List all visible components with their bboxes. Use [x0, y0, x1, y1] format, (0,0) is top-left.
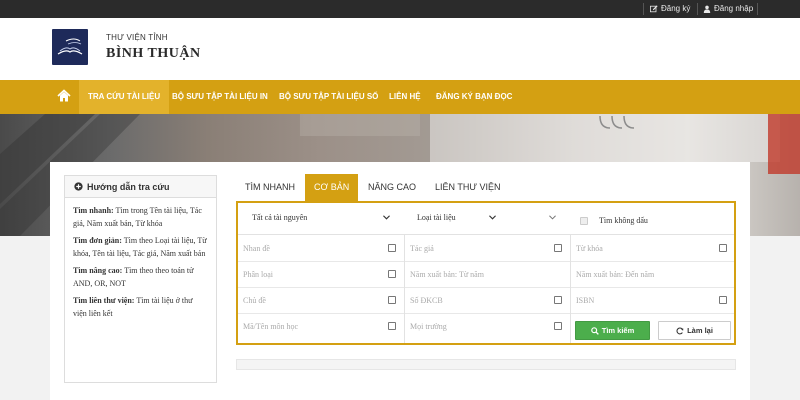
results-area [236, 359, 736, 370]
tu-khoa-field[interactable]: Từ khóa [571, 236, 734, 262]
guide-header: Hướng dẫn tra cứu [65, 176, 216, 198]
guide-term: Tìm liên thư viện: [73, 296, 135, 305]
guide-title: Hướng dẫn tra cứu [87, 181, 170, 192]
nav-item-dang-ky[interactable]: ĐĂNG KÝ BẠN ĐỌC [436, 80, 512, 114]
no-accent-checkbox[interactable] [580, 217, 588, 225]
moi-truong-placeholder: Mọi trường [410, 322, 447, 331]
guide-entry: Tìm đơn giản: Tìm theo Loại tài liệu, Từ… [73, 234, 208, 260]
nhan-de-checkbox[interactable] [388, 244, 396, 252]
tu-khoa-checkbox[interactable] [719, 244, 727, 252]
site-title[interactable]: BÌNH THUẬN [106, 46, 201, 62]
guide-entry: Tìm liên thư viện: Tìm tài liệu ở thư vi… [73, 294, 208, 320]
moi-truong-field[interactable]: Mọi trường [405, 314, 570, 340]
chevron-down-icon [383, 215, 390, 220]
chevron-down-icon [489, 215, 496, 220]
search-button[interactable]: Tìm kiếm [575, 321, 650, 340]
nhan-de-field[interactable]: Nhan đề [238, 236, 404, 262]
search-button-label: Tìm kiếm [601, 326, 635, 335]
so-dkcb-placeholder: Số ĐKCB [410, 296, 443, 305]
nav-item-tai-lieu-in[interactable]: BỘ SƯU TẬP TÀI LIỆU IN [172, 80, 268, 114]
home-icon[interactable] [57, 89, 71, 103]
chu-de-field[interactable]: Chủ đề [238, 288, 404, 314]
ma-mon-hoc-checkbox[interactable] [388, 322, 396, 330]
edit-icon [650, 5, 658, 13]
nam-den-placeholder: Năm xuất bản: Đến năm [576, 270, 655, 279]
type-select-value: Loại tài liệu [417, 213, 456, 222]
refresh-icon [676, 326, 684, 334]
guide-entry: Tìm nâng cao: Tìm theo theo toán tử AND,… [73, 264, 208, 290]
tab-tim-nhanh[interactable]: TÌM NHANH [245, 174, 295, 201]
isbn-field[interactable]: ISBN [571, 288, 734, 314]
no-accent-label: Tìm không dấu [599, 216, 648, 225]
site-header: THƯ VIỆN TỈNH BÌNH THUẬN [0, 18, 800, 80]
nam-tu-placeholder: Năm xuất bản: Từ năm [410, 270, 484, 279]
tab-nang-cao[interactable]: NÂNG CAO [368, 174, 416, 201]
guide-term: Tìm nhanh: [73, 206, 114, 215]
site-subtitle: THƯ VIỆN TỈNH [106, 33, 168, 42]
isbn-placeholder: ISBN [576, 296, 595, 305]
main-nav: TRA CỨU TÀI LIỆU BỘ SƯU TẬP TÀI LIỆU IN … [0, 80, 800, 114]
reset-button[interactable]: Làm lại [658, 321, 731, 340]
library-logo[interactable] [52, 29, 88, 65]
basic-search-form: Tất cả tài nguyên Loại tài liệu Tìm khôn… [236, 201, 736, 345]
topbar-divider [757, 3, 758, 15]
nav-item-tai-lieu-so[interactable]: BỘ SƯU TẬP TÀI LIỆU SỐ [279, 80, 378, 114]
top-bar: Đăng ký Đăng nhập [0, 0, 800, 18]
so-dkcb-checkbox[interactable] [554, 296, 562, 304]
nav-item-tra-cuu[interactable]: TRA CỨU TÀI LIỆU [79, 80, 170, 114]
filter-row: Tất cả tài nguyên Loại tài liệu Tìm khôn… [238, 203, 734, 235]
reset-button-label: Làm lại [687, 326, 713, 335]
guide-entry: Tìm nhanh: Tìm trong Tên tài liệu, Tác g… [73, 204, 208, 230]
topbar-divider [643, 3, 644, 15]
tab-co-ban[interactable]: CƠ BẢN [305, 174, 359, 201]
login-link[interactable]: Đăng nhập [703, 0, 753, 18]
tab-lien-thu-vien[interactable]: LIÊN THƯ VIỆN [435, 174, 501, 201]
register-label: Đăng ký [661, 4, 691, 13]
search-guide-box: Hướng dẫn tra cứu Tìm nhanh: Tìm trong T… [64, 175, 217, 383]
moi-truong-checkbox[interactable] [554, 322, 562, 330]
book-logo-icon [57, 38, 83, 55]
plus-circle-icon [74, 182, 83, 191]
tu-khoa-placeholder: Từ khóa [576, 244, 603, 253]
topbar-divider [697, 3, 698, 15]
guide-term: Tìm nâng cao: [73, 266, 123, 275]
nam-tu-field[interactable]: Năm xuất bản: Từ năm [405, 262, 570, 288]
search-icon [590, 326, 599, 335]
isbn-checkbox[interactable] [719, 296, 727, 304]
tac-gia-checkbox[interactable] [554, 244, 562, 252]
phan-loai-placeholder: Phân loại [243, 270, 273, 279]
register-link[interactable]: Đăng ký [650, 0, 690, 18]
tac-gia-field[interactable]: Tác giả [405, 236, 570, 262]
ma-mon-hoc-placeholder: Mã/Tên môn học [243, 322, 299, 331]
guide-body: Tìm nhanh: Tìm trong Tên tài liệu, Tác g… [65, 198, 216, 320]
so-dkcb-field[interactable]: Số ĐKCB [405, 288, 570, 314]
tac-gia-placeholder: Tác giả [410, 244, 434, 253]
chu-de-checkbox[interactable] [388, 296, 396, 304]
nav-item-lien-he[interactable]: LIÊN HỆ [389, 80, 421, 114]
phan-loai-field[interactable]: Phân loại [238, 262, 404, 288]
user-icon [703, 5, 711, 13]
nhan-de-placeholder: Nhan đề [243, 244, 270, 253]
login-label: Đăng nhập [714, 4, 754, 13]
ma-mon-hoc-field[interactable]: Mã/Tên môn học [238, 314, 404, 340]
phan-loai-checkbox[interactable] [388, 270, 396, 278]
guide-term: Tìm đơn giản: [73, 236, 122, 245]
nam-den-field[interactable]: Năm xuất bản: Đến năm [571, 262, 734, 288]
chevron-down-icon[interactable] [549, 215, 556, 220]
resource-select-value: Tất cả tài nguyên [252, 213, 308, 222]
chu-de-placeholder: Chủ đề [243, 296, 266, 305]
